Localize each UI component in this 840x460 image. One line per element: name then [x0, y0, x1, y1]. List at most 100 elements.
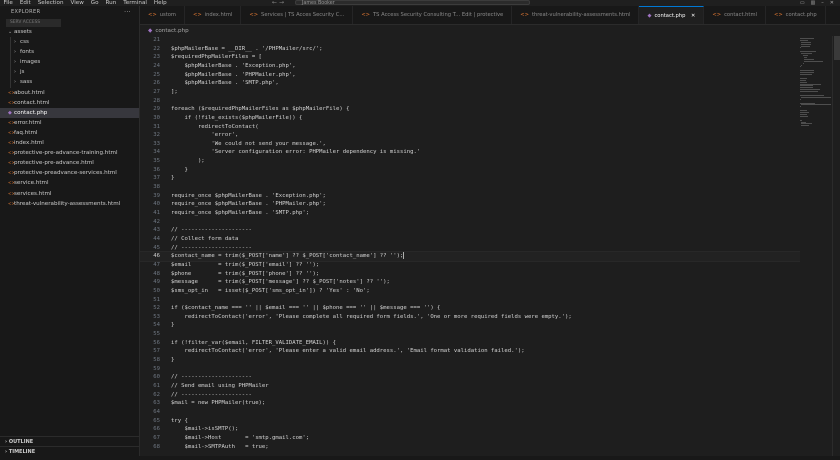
code-line[interactable]: 66 $mail->isSMTP();	[140, 425, 800, 434]
close-tab-icon[interactable]: ✕	[689, 13, 695, 19]
code-line[interactable]: 38	[140, 183, 800, 192]
code-line[interactable]: 59	[140, 365, 800, 374]
tree-label: css	[20, 39, 29, 46]
editor-tab[interactable]: <> contact.php	[766, 6, 826, 24]
minimap[interactable]	[800, 36, 832, 136]
code-line[interactable]: 62 // ---------------------	[140, 391, 800, 400]
editor-tab[interactable]: <> contact.html	[704, 6, 766, 24]
tree-file[interactable]: <>protective-preadvance-services.html	[0, 168, 139, 178]
code-text: if (!file_exists($phpMailerFile)) {	[171, 114, 303, 121]
code-line[interactable]: 25 $phpMailerBase . 'PHPMailer.php',	[140, 71, 800, 80]
editor-tab[interactable]: <> index.html	[185, 6, 242, 24]
code-line[interactable]: 33 'We could not send your message.',	[140, 140, 800, 149]
line-number: 59	[153, 365, 160, 372]
code-line[interactable]: 31 redirectToContact(	[140, 123, 800, 132]
code-line[interactable]: 67 $mail->Host = 'smtp.gmail.com';	[140, 434, 800, 443]
code-line[interactable]: 53 redirectToContact('error', 'Please co…	[140, 313, 800, 322]
command-center[interactable]: James Booker	[295, 0, 530, 6]
code-line[interactable]: 60 // ---------------------	[140, 373, 800, 382]
code-editor[interactable]: 21 22 $phpMailerBase = __DIR__ . '/PHPMail…	[140, 36, 800, 460]
code-line[interactable]: 32 'error',	[140, 131, 800, 140]
line-number: 61	[153, 383, 160, 389]
tree-file[interactable]: ◆ contact.php	[0, 107, 139, 118]
line-number: 67	[153, 434, 160, 441]
editor-tab[interactable]: <> threat-vulnerability-assessments.html	[512, 6, 640, 24]
code-line[interactable]: 64	[140, 408, 800, 417]
code-line[interactable]: 63 $mail = new PHPMailer(true);	[140, 399, 800, 408]
code-line[interactable]: 23 $requiredPhpMailerFiles = [	[140, 53, 800, 62]
tree-folder[interactable]: › sass	[0, 77, 139, 88]
code-line[interactable]: 28	[140, 97, 800, 106]
code-line[interactable]: 27];	[140, 88, 800, 97]
file-tree: ⌄ assets › css › fonts › images › js › sass <>about.…	[0, 27, 139, 209]
tree-label: services.html	[14, 190, 52, 197]
outline-section[interactable]: › OUTLINE	[0, 436, 140, 446]
tree-folder[interactable]: › images	[0, 57, 139, 68]
code-line[interactable]: 21	[140, 36, 800, 45]
breadcrumb[interactable]: ◆ contact.php	[148, 26, 189, 36]
code-line[interactable]: 68 $mail->SMTPAuth = true;	[140, 443, 800, 452]
code-line[interactable]: 39 require_once $phpMailerBase . 'Excepti…	[140, 192, 800, 201]
code-line[interactable]: 48 $phone = trim($_POST['phone'] ?? '');	[140, 270, 800, 279]
tree-file[interactable]: <>protective-pre-advance.html	[0, 158, 139, 168]
more-actions-icon[interactable]: ···	[124, 6, 131, 19]
workspace-header[interactable]: SERV ACCESS	[6, 19, 61, 27]
code-line[interactable]: 56 if (!filter_var($email, FILTER_VALIDAT…	[140, 339, 800, 348]
code-line[interactable]: 37}	[140, 174, 800, 183]
code-line[interactable]: 46 $contact_name = trim($_POST['name'] ??…	[140, 251, 800, 262]
tab-label: contact.php	[785, 12, 817, 18]
code-line[interactable]: 34 'Server configuration error: PHPMaile…	[140, 148, 800, 157]
code-line[interactable]: 52 if ($contact_name === '' || $email ===…	[140, 304, 800, 313]
code-line[interactable]: 43 // ---------------------	[140, 226, 800, 235]
code-line[interactable]: 42	[140, 218, 800, 227]
code-text: $mail->isSMTP();	[171, 426, 239, 433]
code-line[interactable]: 61 // Send email using PHPMailer	[140, 382, 800, 391]
code-line[interactable]: 44 // Collect form data	[140, 235, 800, 244]
code-line[interactable]: 22 $phpMailerBase = __DIR__ . '/PHPMailer…	[140, 45, 800, 54]
code-line[interactable]: 49 $message = trim($_POST['message'] ?? $…	[140, 278, 800, 287]
php-file-icon: ◆	[647, 13, 652, 19]
tree-file[interactable]: <>threat-vulnerability-assessments.html	[0, 199, 139, 209]
code-line[interactable]: 35 );	[140, 157, 800, 166]
code-line[interactable]: 26 $phpMailerBase . 'SMTP.php',	[140, 79, 800, 88]
html-file-icon: <>	[520, 12, 529, 18]
vertical-scrollbar[interactable]	[832, 36, 840, 460]
code-line[interactable]: 45 // ---------------------	[140, 244, 800, 253]
code-line[interactable]: 40 require_once $phpMailerBase . 'PHPMail…	[140, 200, 800, 209]
editor-tab[interactable]: <> ustom	[140, 6, 185, 24]
code-line[interactable]: 57 redirectToContact('error', 'Please en…	[140, 347, 800, 356]
tree-file[interactable]: <>contact.html	[0, 98, 139, 108]
line-number: 55	[153, 331, 160, 338]
code-line[interactable]: 54}	[140, 321, 800, 330]
tree-file[interactable]: <>services.html	[0, 189, 139, 199]
tree-file[interactable]: <>index.html	[0, 138, 139, 148]
code-text: 'Server configuration error: PHPMailer d…	[171, 149, 421, 156]
editor-tab[interactable]: ◆ contact.php ✕	[639, 6, 705, 24]
tree-file[interactable]: <>protective-pre-advance-training.html	[0, 148, 139, 158]
tree-folder[interactable]: › js	[0, 67, 139, 78]
scroll-thumb[interactable]	[834, 36, 840, 60]
tree-file[interactable]: <>error.html	[0, 118, 139, 128]
editor-tab[interactable]: <> TS Access Security Consulting T... Edi…	[353, 6, 513, 24]
code-line[interactable]: 47 $email = trim($_POST['email'] ?? '');	[140, 261, 800, 270]
code-line[interactable]: 30 if (!file_exists($phpMailerFile)) {	[140, 114, 800, 123]
tree-folder[interactable]: › fonts	[0, 47, 139, 58]
minimap-line	[800, 77, 808, 79]
code-line[interactable]: 36 }	[140, 166, 800, 175]
tree-file[interactable]: <>about.html	[0, 88, 139, 98]
tree-folder[interactable]: › css	[0, 37, 139, 48]
code-line[interactable]: 65 try {	[140, 417, 800, 426]
tree-file[interactable]: <>faq.html	[0, 128, 139, 138]
tree-file[interactable]: <>service.html	[0, 178, 139, 188]
code-line[interactable]: 41 require_once $phpMailerBase . 'SMTP.ph…	[140, 209, 800, 218]
code-line[interactable]: 24 $phpMailerBase . 'Exception.php',	[140, 62, 800, 71]
code-line[interactable]: 51	[140, 296, 800, 305]
tree-folder[interactable]: ⌄ assets	[0, 27, 139, 37]
code-line[interactable]: 55	[140, 330, 800, 339]
editor-tab[interactable]: <> Services | TS Acces Security C...	[241, 6, 354, 24]
timeline-section[interactable]: › TIMELINE	[0, 446, 140, 456]
code-line[interactable]: 58}	[140, 356, 800, 365]
code-text: $phone = trim($_POST['phone'] ?? '');	[171, 270, 320, 277]
code-line[interactable]: 50 $sms_opt_in = isset($_POST['sms_opt_in…	[140, 287, 800, 296]
code-line[interactable]: 29 foreach ($requiredPhpMailerFiles as $p…	[140, 105, 800, 114]
